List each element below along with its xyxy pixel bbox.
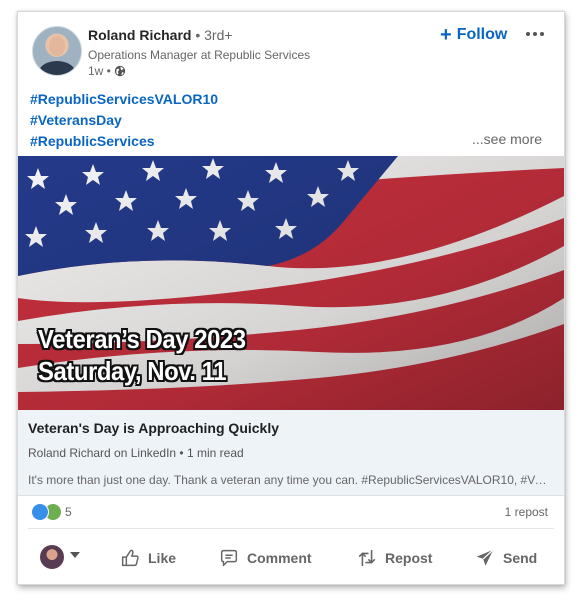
divider — [28, 528, 554, 529]
comment-icon — [220, 549, 238, 567]
send-label: Send — [503, 550, 538, 566]
social-action-bar: Like Comment Repost Send — [18, 539, 564, 577]
follow-label: Follow — [456, 26, 508, 43]
hashtag-link[interactable]: #RepublicServices — [30, 131, 218, 152]
comment-button[interactable]: Comment — [218, 545, 312, 571]
chevron-down-icon[interactable] — [70, 552, 80, 558]
hashtag-link[interactable]: #RepublicServicesVALOR10 — [30, 89, 218, 110]
article-description: It's more than just one day. Thank a vet… — [28, 473, 553, 487]
like-reaction-icon — [31, 503, 49, 521]
article-image[interactable]: Veteran’s Day 2023 Saturday, Nov. 11 — [18, 156, 564, 410]
like-icon — [121, 549, 139, 567]
like-label: Like — [148, 550, 177, 566]
send-button[interactable]: Send — [474, 545, 537, 571]
repost-icon — [358, 549, 376, 567]
reposts-count[interactable]: 1 repost — [505, 505, 548, 519]
image-caption-title: Veteran’s Day 2023 — [38, 324, 246, 354]
reactions-count: 5 — [65, 505, 72, 519]
repost-button[interactable]: Repost — [356, 545, 432, 571]
follow-button[interactable]: + Follow — [440, 24, 507, 46]
post-age: 1w • — [88, 64, 111, 78]
more-icon[interactable] — [526, 25, 550, 43]
post-hashtags: #RepublicServicesVALOR10 #VeteransDay #R… — [30, 89, 218, 152]
article-preview[interactable]: Veteran's Day is Approaching Quickly Rol… — [18, 410, 564, 496]
send-icon — [476, 549, 494, 566]
plus-icon: + — [440, 24, 452, 46]
post-timestamp: 1w • — [88, 64, 126, 78]
image-caption-date: Saturday, Nov. 11 — [38, 356, 227, 386]
author-name[interactable]: Roland Richard — [88, 27, 191, 43]
actor-avatar[interactable] — [40, 545, 64, 569]
article-subtitle: Roland Richard on LinkedIn • 1 min read — [28, 446, 244, 460]
feed-post-card: Roland Richard • 3rd+ Operations Manager… — [17, 11, 565, 585]
author-avatar[interactable] — [32, 26, 82, 76]
like-button[interactable]: Like — [119, 545, 176, 571]
globe-icon — [114, 65, 126, 77]
hashtag-link[interactable]: #VeteransDay — [30, 110, 218, 131]
comment-label: Comment — [247, 550, 312, 566]
author-name-row[interactable]: Roland Richard • 3rd+ — [88, 27, 233, 43]
reactions-summary[interactable]: 5 — [31, 503, 72, 521]
connection-degree: • 3rd+ — [195, 27, 233, 43]
article-title[interactable]: Veteran's Day is Approaching Quickly — [28, 420, 279, 436]
repost-label: Repost — [385, 550, 433, 566]
see-more-link[interactable]: ...see more — [472, 131, 542, 147]
author-headline: Operations Manager at Republic Services — [88, 48, 311, 62]
